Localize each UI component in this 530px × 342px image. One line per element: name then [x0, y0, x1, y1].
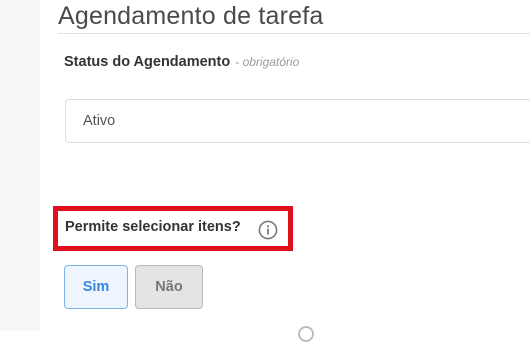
partial-icon [298, 326, 314, 342]
required-hint: - obrigatório [235, 55, 300, 69]
status-field-label: Status do Agendamento - obrigatório [64, 54, 299, 70]
status-label-text: Status do Agendamento [64, 54, 231, 70]
title-divider [58, 33, 530, 34]
page-title: Agendamento de tarefa [58, 2, 324, 30]
status-select-value: Ativo [83, 113, 116, 129]
option-sim-button[interactable]: Sim [64, 265, 128, 309]
status-select[interactable]: Ativo [65, 99, 530, 143]
option-nao-button[interactable]: Não [135, 265, 203, 309]
info-circle-icon[interactable] [258, 220, 278, 240]
left-gutter [0, 0, 40, 331]
selection-field-label: Permite selecionar itens? [65, 219, 241, 235]
